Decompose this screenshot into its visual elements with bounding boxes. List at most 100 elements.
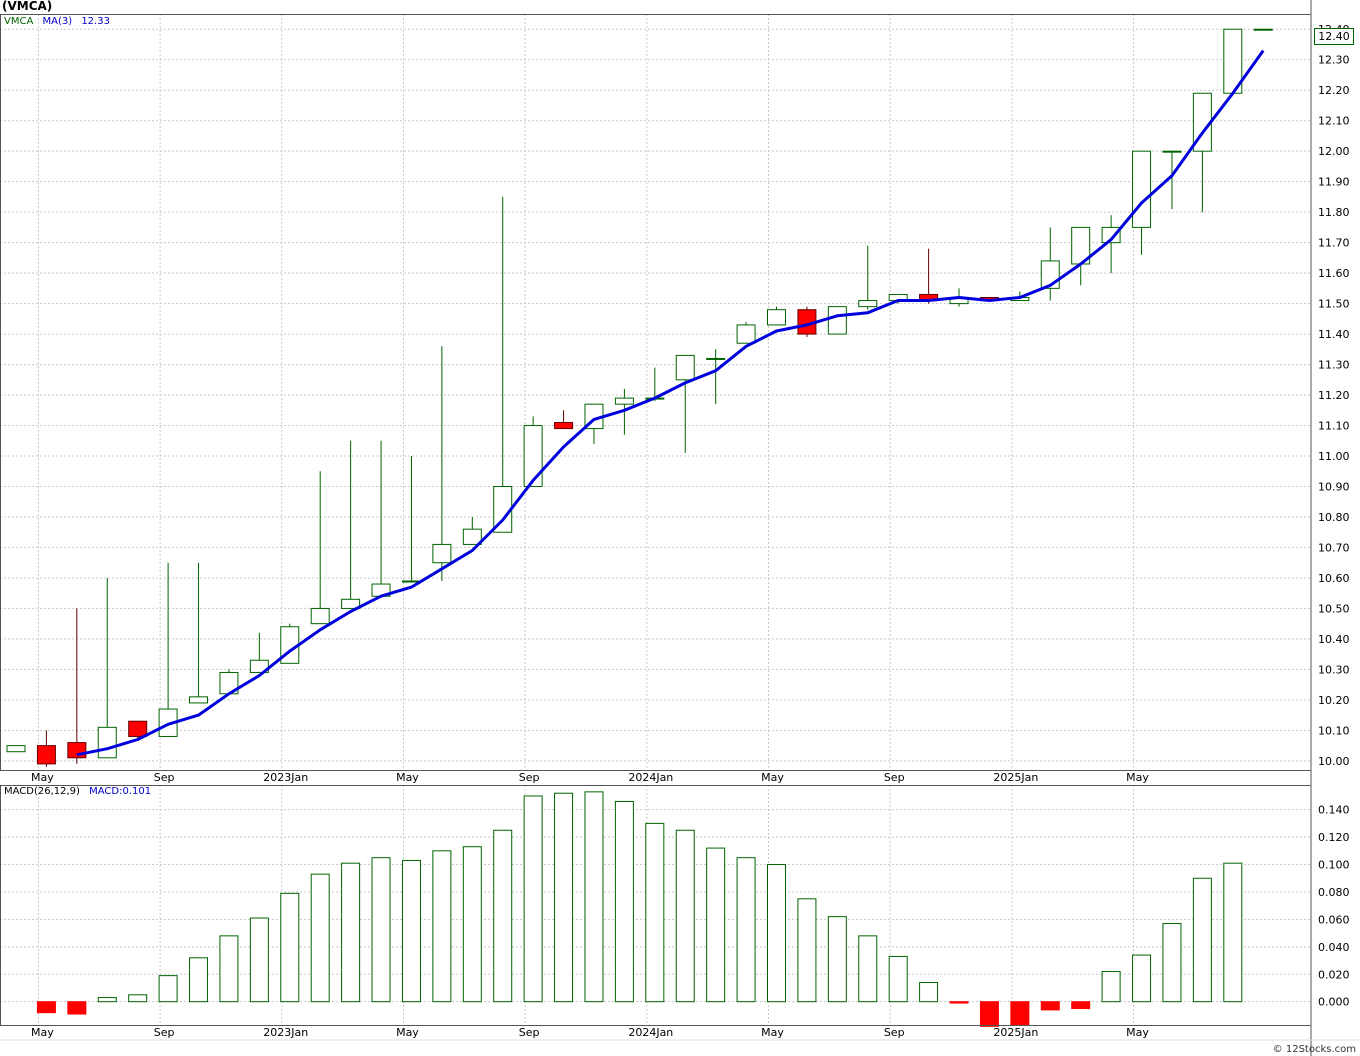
candle-body (67, 742, 87, 759)
macd-bar (371, 857, 391, 1003)
macd-tick-label: 0.060 (1318, 913, 1350, 926)
macd-bar (1101, 971, 1121, 1003)
macd-tick-label: 0.140 (1318, 804, 1350, 817)
price-tick-label: 11.80 (1318, 206, 1350, 219)
candle-body (97, 726, 117, 759)
macd-bar (949, 1001, 969, 1004)
price-tick-label: 10.80 (1318, 511, 1350, 524)
candle-body (1253, 28, 1273, 31)
price-tick-label: 10.60 (1318, 572, 1350, 585)
legend-symbol: VMCA (4, 16, 34, 27)
last-price-badge: 12.40 (1314, 28, 1354, 45)
macd-bar (1162, 923, 1182, 1003)
macd-x-tick-label: Sep (519, 1026, 540, 1039)
macd-x-tick-label: May (396, 1026, 419, 1039)
price-tick-label: 10.70 (1318, 541, 1350, 554)
macd-x-tick-label: 2025Jan (993, 1026, 1038, 1039)
macd-bar (1132, 954, 1152, 1003)
candle-body (767, 309, 786, 326)
legend-macd-value: MACD:0.101 (89, 786, 152, 797)
price-tick-label: 10.20 (1318, 694, 1350, 707)
price-grid (0, 14, 1311, 770)
macd-bar (827, 916, 847, 1003)
price-tick-label: 10.50 (1318, 602, 1350, 615)
price-panel-frame (0, 14, 1312, 771)
macd-bar (1010, 1001, 1030, 1026)
candle-body (614, 397, 634, 405)
candle-body (1132, 150, 1152, 228)
macd-bars (36, 791, 1243, 1027)
legend-ma-value: 12.33 (81, 16, 110, 27)
price-tick-label: 11.40 (1318, 328, 1350, 341)
price-tick-label: 12.00 (1318, 145, 1350, 158)
price-tick-label: 11.10 (1318, 420, 1350, 433)
price-tick-label: 10.40 (1318, 633, 1350, 646)
price-candles (6, 28, 1273, 767)
price-tick-label: 10.00 (1318, 755, 1350, 768)
price-x-tick-label: May (31, 771, 54, 784)
macd-bar (919, 981, 939, 1003)
macd-bar (1223, 862, 1243, 1003)
macd-bar (219, 935, 239, 1003)
macd-x-tick-label: 2023Jan (263, 1026, 308, 1039)
macd-bar (979, 1001, 999, 1027)
price-x-tick-label: May (761, 771, 784, 784)
price-x-tick-label: Sep (519, 771, 540, 784)
price-tick-label: 11.70 (1318, 237, 1350, 250)
macd-bar (645, 822, 665, 1003)
macd-bar (1040, 1001, 1060, 1011)
price-tick-label: 10.30 (1318, 663, 1350, 676)
macd-bar (767, 864, 786, 1003)
candle-body (6, 745, 26, 753)
candle-body (706, 357, 726, 360)
candle-body (858, 300, 878, 308)
footer-credit: © 12Stocks.com (1272, 1044, 1356, 1055)
macd-bar (432, 850, 452, 1003)
macd-bar (706, 847, 726, 1003)
price-x-tick-label: May (396, 771, 419, 784)
ma-line (76, 49, 1265, 757)
candle-body (1162, 150, 1182, 153)
macd-x-tick-label: Sep (154, 1026, 175, 1039)
macd-x-tick-label: Sep (884, 1026, 905, 1039)
macd-tick-label: 0.000 (1318, 996, 1350, 1009)
candle-body (554, 421, 574, 430)
price-tick-label: 12.20 (1318, 84, 1350, 97)
macd-bar (1192, 877, 1212, 1003)
price-tick-label: 11.60 (1318, 267, 1350, 280)
legend-ma-label: MA(3) (42, 16, 73, 27)
moving-average (76, 49, 1265, 757)
macd-bar (158, 975, 178, 1003)
macd-bar (401, 859, 421, 1003)
candle-body (736, 324, 756, 344)
price-tick-label: 10.90 (1318, 481, 1350, 494)
macd-tick-label: 0.080 (1318, 886, 1350, 899)
macd-bar (614, 800, 634, 1003)
price-legend: VMCA MA(3) 12.33 (4, 16, 110, 27)
macd-bar (97, 997, 117, 1003)
macd-bar (888, 955, 908, 1003)
macd-bar (554, 792, 574, 1003)
price-x-tick-label: 2023Jan (263, 771, 308, 784)
macd-bar (462, 846, 482, 1003)
macd-x-tick-label: 2024Jan (628, 1026, 673, 1039)
candle-body (36, 745, 56, 765)
price-tick-label: 11.50 (1318, 298, 1350, 311)
macd-bar (858, 935, 878, 1003)
macd-bar (523, 795, 543, 1003)
macd-bar (36, 1001, 56, 1014)
price-x-tick-label: 2025Jan (993, 771, 1038, 784)
macd-bar (310, 873, 330, 1003)
macd-bar (797, 898, 817, 1003)
macd-x-tick-label: May (1126, 1026, 1149, 1039)
macd-bar (128, 994, 148, 1003)
candle-body (523, 425, 543, 487)
price-x-tick-label: Sep (154, 771, 175, 784)
stock-chart: 10.00 10.10 10.20 10.30 10.40 10.50 10.60 10.70… (0, 0, 1360, 1056)
price-tick-label: 11.30 (1318, 359, 1350, 372)
price-tick-label: 11.00 (1318, 450, 1350, 463)
candle-body (827, 306, 847, 335)
price-x-tick-label: 2024Jan (628, 771, 673, 784)
macd-legend: MACD(26,12,9) MACD:0.101 (4, 786, 151, 797)
macd-tick-label: 0.040 (1318, 941, 1350, 954)
